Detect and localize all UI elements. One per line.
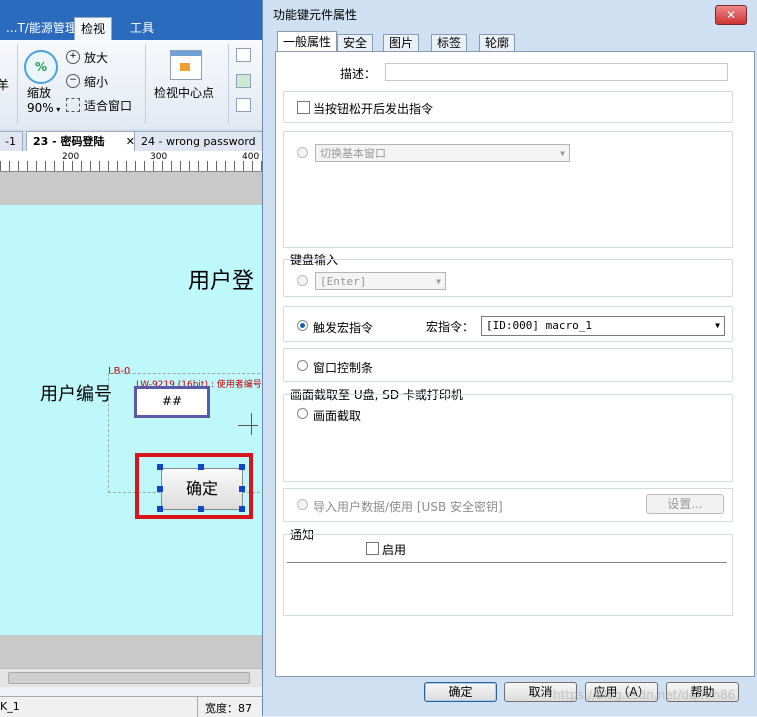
ruler-ticks [0, 161, 262, 171]
menu-bar: ...T/能源管理 检视 工具 [0, 0, 262, 41]
menu-energy[interactable]: ...T/能源管理 [0, 17, 83, 40]
notify-group [283, 534, 733, 616]
switch-window-dropdown: 切换基本窗口 ▼ [315, 144, 570, 162]
ruler-label: 200 [62, 152, 80, 162]
design-canvas[interactable]: 用户登 用户编号 LB-0 LW-9219 (16bit) : 使用者编号 ##… [0, 205, 270, 635]
tab-security[interactable]: 安全 [337, 34, 374, 52]
document-tabs: -1 23 - 密码登陆 ✕ 24 - wrong password [0, 129, 263, 152]
fit-window-icon[interactable] [66, 98, 80, 112]
menu-tools[interactable]: 工具 [124, 17, 160, 40]
selection-handle[interactable] [157, 486, 163, 492]
window-bar-label[interactable]: 窗口控制条 [313, 359, 373, 376]
status-divider [197, 697, 198, 717]
zoom-in-label[interactable]: 放大 [84, 49, 108, 66]
center-view-icon[interactable] [170, 50, 202, 80]
description-label: 描述： [340, 67, 377, 81]
zoom-in-icon[interactable]: + [66, 50, 80, 64]
tab-label[interactable]: 标签 [431, 34, 468, 52]
selection-handle[interactable] [157, 506, 163, 512]
tab-label: 23 - 密码登陆 [33, 135, 105, 148]
status-width: 宽度：87 [205, 702, 252, 715]
notify-divider [287, 562, 727, 563]
enable-checkbox[interactable] [366, 542, 379, 558]
macro-dropdown[interactable]: [ID:000] macro_1 ▼ [481, 316, 725, 336]
macro-field-label: 宏指令： [426, 320, 475, 334]
confirm-key-object[interactable]: 确定 [161, 468, 243, 510]
chevron-down-icon: ▼ [560, 149, 565, 158]
selection-handle[interactable] [239, 464, 245, 470]
center-view-label[interactable]: 检视中心点 [154, 84, 214, 101]
chevron-down-icon: ▼ [436, 277, 441, 286]
ribbon: 羊 % 缩放 90% ▾ + 放大 − 缩小 适合窗口 检视中心点 [0, 40, 262, 131]
dialog-title: 功能键元件属性 [273, 8, 358, 22]
switch-window-radio [297, 147, 308, 161]
tab-general[interactable]: 一般属性 [277, 31, 338, 53]
macro-value: [ID:000] macro_1 [486, 319, 592, 332]
function-key-properties-dialog: 功能键元件属性 ✕ 一般属性 安全 图片 标签 轮廓 描述： 当按钮松开后发出指… [262, 0, 757, 716]
canvas-margin [0, 172, 262, 205]
chevron-down-icon: ▼ [715, 321, 720, 330]
canvas-title[interactable]: 用户登 [188, 263, 254, 295]
enable-checkbox-label[interactable]: 启用 [382, 541, 406, 558]
selection-handle[interactable] [239, 506, 245, 512]
zoom-out-icon[interactable]: − [66, 74, 80, 88]
user-id-label[interactable]: 用户编号 [40, 380, 112, 406]
release-checkbox-label[interactable]: 当按钮松开后发出指令 [313, 100, 433, 117]
watermark: https://blog.csdn.net/dqmm86 [553, 688, 736, 702]
tab-picture[interactable]: 图片 [383, 34, 420, 52]
ribbon-divider [145, 44, 146, 124]
menu-view[interactable]: 检视 [74, 17, 113, 41]
canvas-margin [0, 635, 262, 668]
keyboard-radio [297, 275, 308, 289]
grid-icon[interactable] [236, 98, 251, 112]
tab-doc-active[interactable]: 23 - 密码登陆 ✕ [26, 131, 140, 151]
property-panel: 描述： 当按钮松开后发出指令 切换基本窗口 ▼ 键盘输入 [Enter] ▼ 触… [275, 51, 755, 677]
ruler-label: 300 [150, 152, 168, 162]
ruler: 200 300 400 [0, 151, 262, 172]
layout-icon[interactable] [236, 48, 251, 62]
release-checkbox[interactable] [297, 101, 310, 117]
zoom-icon[interactable]: % [24, 50, 58, 84]
horizontal-scrollbar[interactable] [0, 668, 262, 687]
tab-doc[interactable]: 24 - wrong password [134, 131, 263, 151]
import-radio-label: 导入用户数据/使用 [USB 安全密钥] [313, 500, 503, 514]
switch-window-value: 切换基本窗口 [320, 147, 386, 160]
tab-doc[interactable]: -1 [0, 131, 23, 151]
status-bar: K_1 宽度：87 [0, 696, 262, 717]
scroll-thumb[interactable] [8, 672, 250, 684]
fit-window-label[interactable]: 适合窗口 [84, 97, 132, 114]
crosshair-h [238, 425, 258, 426]
status-left: K_1 [0, 700, 20, 713]
selection-handle[interactable] [198, 506, 204, 512]
zoom-value[interactable]: 90% ▾ [27, 101, 60, 115]
ruler-label: 400 [242, 152, 260, 162]
macro-radio-label[interactable]: 触发宏指令 [313, 319, 373, 336]
tab-outline[interactable]: 轮廓 [479, 34, 516, 52]
screenshot-radio-label[interactable]: 画面截取 [313, 407, 361, 424]
settings-button: 设置... [646, 494, 724, 514]
zoom-out-label[interactable]: 缩小 [84, 73, 108, 90]
ribbon-divider [17, 44, 18, 124]
keyboard-dropdown: [Enter] ▼ [315, 272, 446, 290]
selection-handle[interactable] [198, 464, 204, 470]
selection-handle[interactable] [239, 486, 245, 492]
description-input[interactable] [385, 63, 728, 81]
ribbon-divider [228, 44, 229, 124]
keyboard-value: [Enter] [320, 275, 367, 288]
selection-handle[interactable] [157, 464, 163, 470]
ok-button[interactable]: 确定 [424, 682, 497, 702]
window-bar-radio[interactable] [297, 360, 308, 374]
macro-radio[interactable] [297, 320, 308, 334]
crosshair-v [251, 413, 252, 435]
ribbon-left-stub: 羊 [0, 78, 10, 92]
dialog-close-button[interactable]: ✕ [715, 5, 747, 25]
screenshot-radio[interactable] [297, 408, 308, 422]
layout-icon[interactable] [236, 74, 251, 88]
numeric-input-object[interactable]: ## [134, 386, 210, 418]
zoom-label: 缩放 [27, 86, 52, 100]
import-radio [297, 499, 308, 513]
